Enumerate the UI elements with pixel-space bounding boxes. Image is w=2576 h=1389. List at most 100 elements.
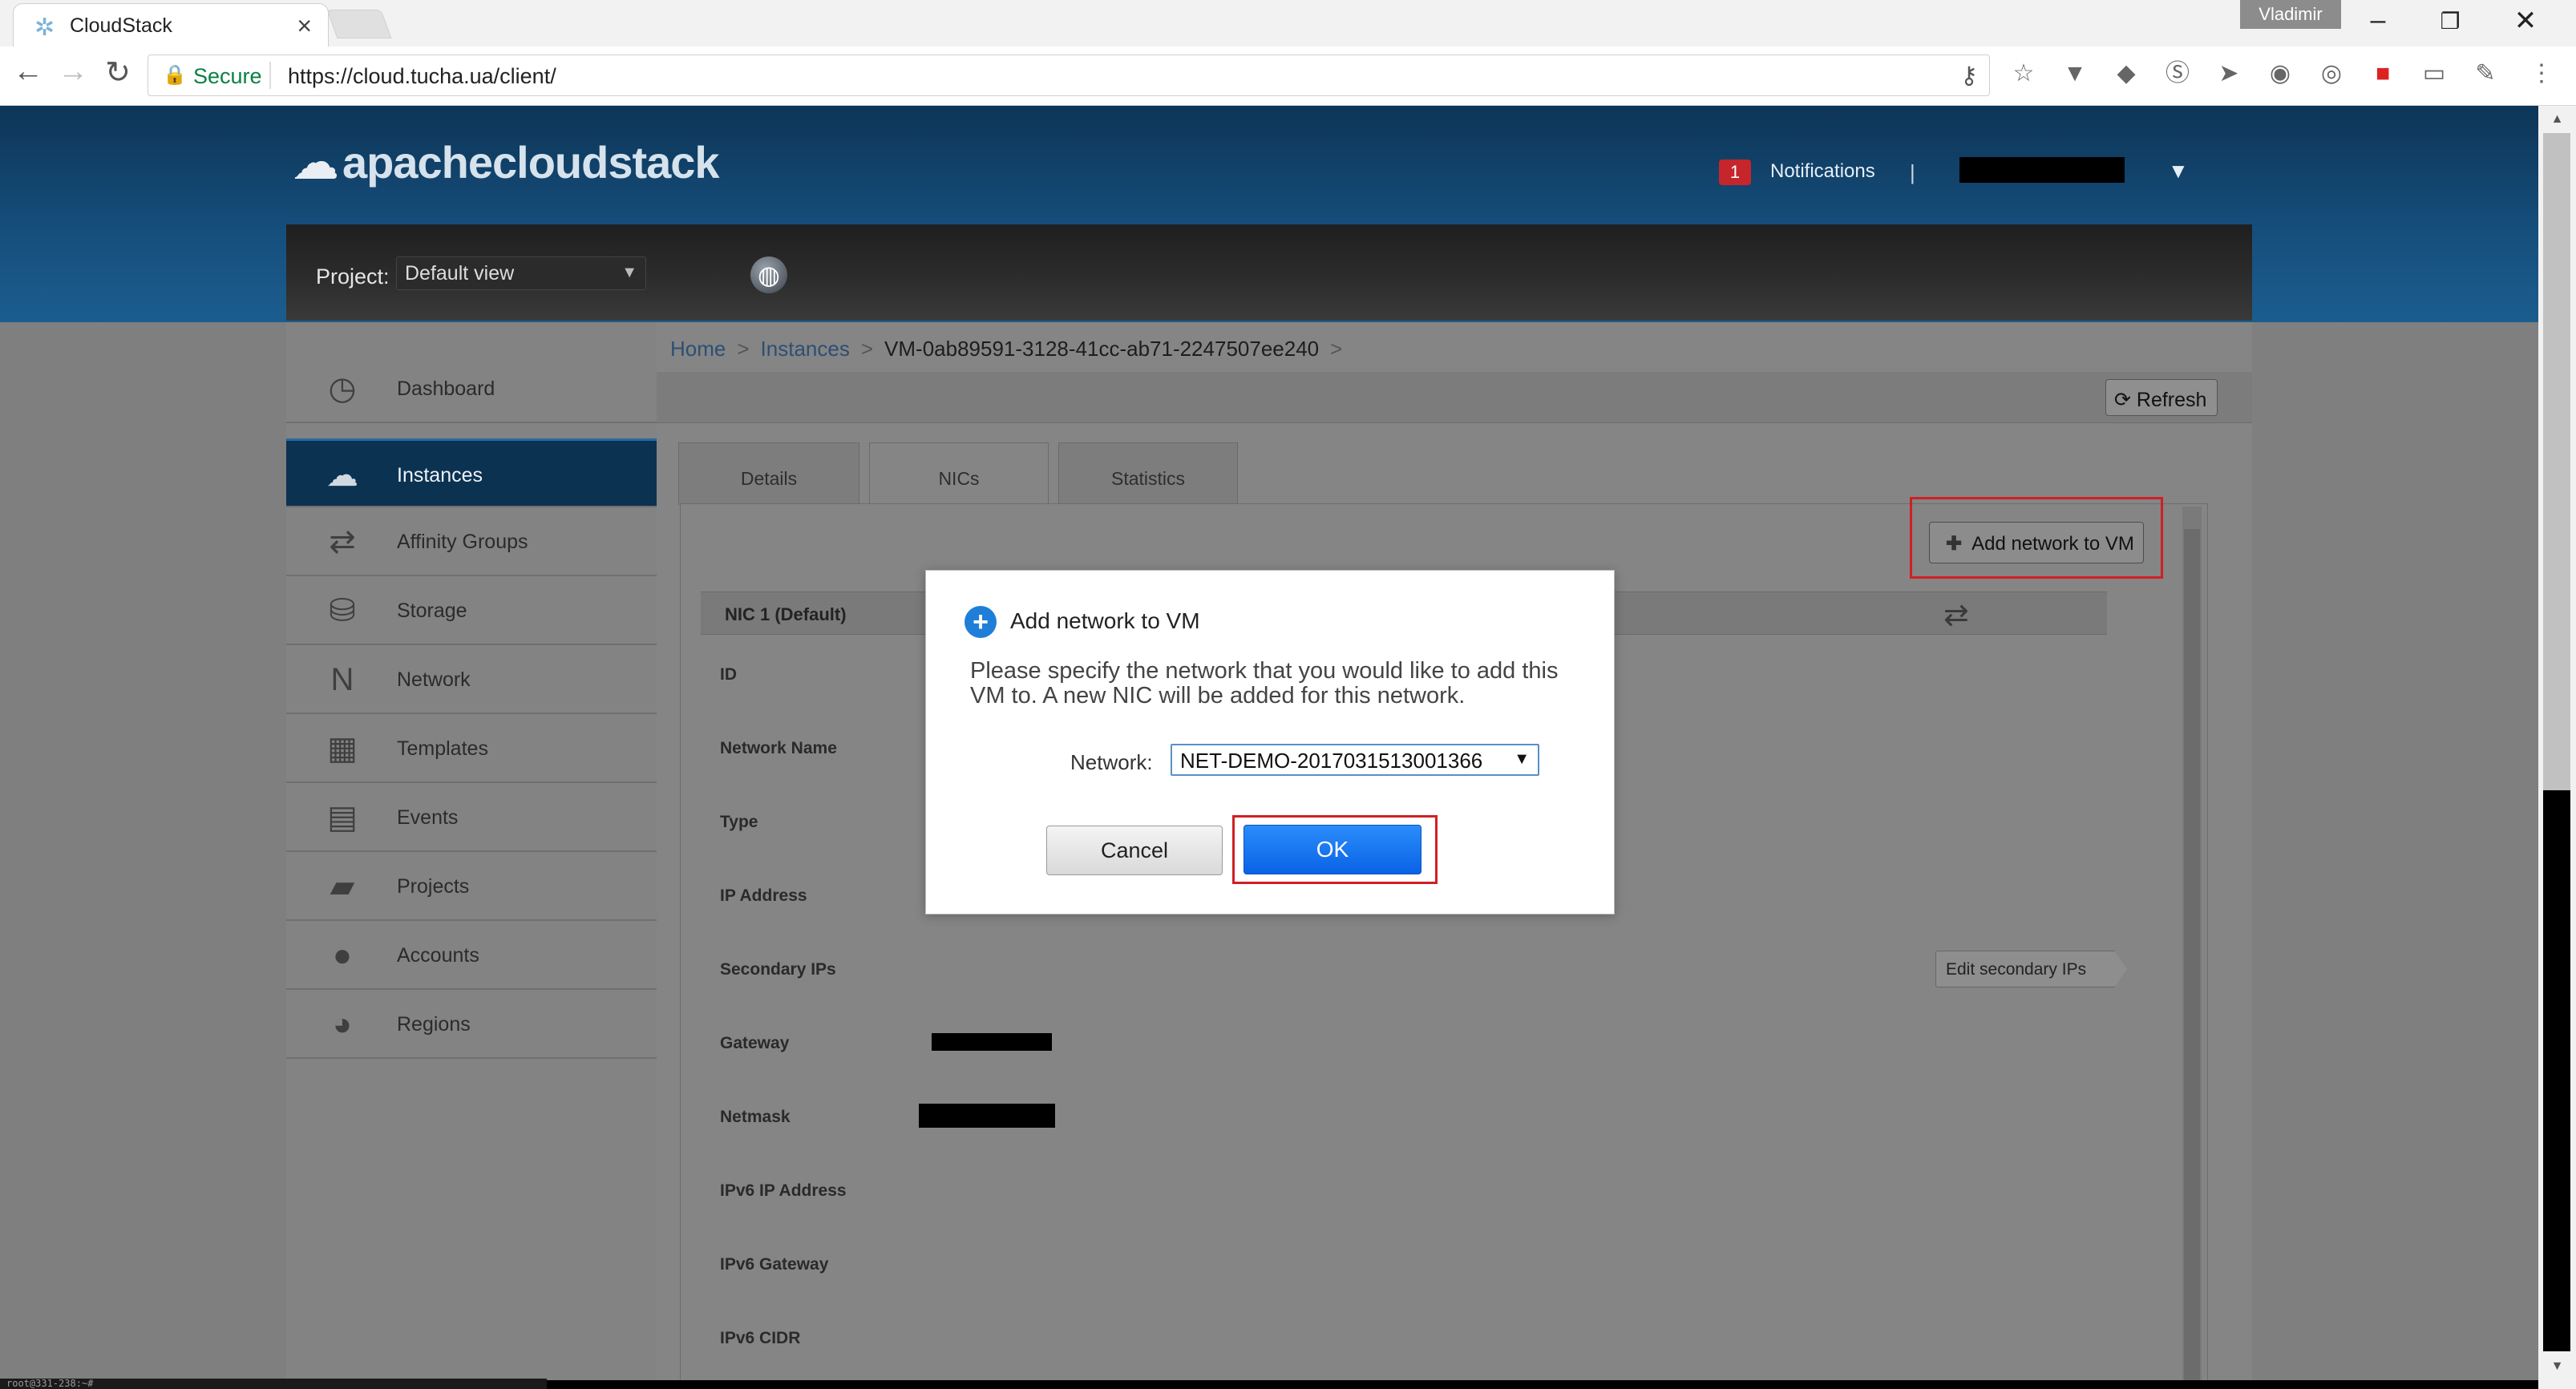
sidebar-item-label: Regions (397, 1013, 471, 1036)
page-scrollbar-dark-region (2543, 790, 2570, 1351)
tool-extension-icon[interactable]: ✎ (2469, 58, 2501, 90)
close-window-icon[interactable]: ✕ (2501, 5, 2550, 37)
breadcrumb-instances[interactable]: Instances (761, 337, 850, 361)
sidebar-item-label: Affinity Groups (397, 531, 528, 553)
ok-button[interactable]: OK (1244, 825, 1421, 874)
edit-secondary-ips-button[interactable]: Edit secondary IPs (1935, 951, 2127, 987)
sidebar-item-label: Network (397, 668, 471, 691)
add-network-label: Add network to VM (1971, 533, 2134, 555)
breadcrumb-separator: > (1330, 337, 1343, 361)
page-scrollbar-thumb[interactable] (2543, 133, 2570, 790)
dialog-message: Please specify the network that you woul… (970, 658, 1559, 709)
key-icon[interactable]: ⚷ (1960, 62, 1978, 90)
field-label-ipv6-cidr: IPv6 CIDR (720, 1329, 801, 1347)
field-label-network-name: Network Name (720, 739, 837, 757)
sidebar-item-network[interactable]: N Network (286, 645, 657, 714)
add-network-dialog: + Add network to VM Please specify the n… (925, 570, 1615, 915)
netmask-value-redacted (919, 1104, 1055, 1128)
sidebar-item-events[interactable]: ▤ Events (286, 783, 657, 852)
plus-icon: ✚ (1946, 533, 1963, 555)
pocket-icon[interactable]: ▼ (2059, 58, 2091, 90)
swap-arrows-icon[interactable]: ⇄ (1943, 597, 1969, 633)
black-strip (547, 1380, 2538, 1389)
sidebar-item-label: Events (397, 806, 459, 829)
calendar-icon: ▤ (327, 800, 358, 835)
sidebar-item-label: Instances (397, 464, 483, 487)
add-network-button[interactable]: ✚ Add network to VM (1929, 522, 2144, 563)
project-label: Project: (316, 264, 390, 289)
lock-extension-icon[interactable]: ◉ (2264, 58, 2296, 90)
nic-title: NIC 1 (Default) (725, 604, 847, 624)
field-label-ipv6-gateway: IPv6 Gateway (720, 1255, 829, 1274)
field-label-secondary-ips: Secondary IPs (720, 960, 836, 979)
browser-tab-title: CloudStack (70, 14, 172, 37)
scroll-down-icon[interactable]: ▼ (2538, 1355, 2576, 1379)
tab-details[interactable]: Details (678, 442, 859, 505)
refresh-icon: ⟳ (2114, 389, 2131, 411)
tab-nics[interactable]: NICs (869, 442, 1049, 507)
sidebar-item-instances[interactable]: ☁ Instances (286, 438, 657, 507)
field-label-type: Type (720, 813, 758, 831)
network-select-value: NET-DEMO-20170315130013​66 (1180, 749, 1483, 773)
minimize-icon[interactable]: – (2354, 5, 2402, 36)
affinity-icon: ⇄ (329, 524, 356, 559)
notifications-link[interactable]: Notifications (1770, 160, 1875, 183)
sidebar-item-accounts[interactable]: ● Accounts (286, 921, 657, 990)
pointer-extension-icon[interactable]: ➤ (2213, 58, 2245, 90)
browser-tab[interactable]: ✲ CloudStack × (13, 3, 329, 46)
cloudstack-favicon-icon: ✲ (34, 14, 55, 41)
sidebar-item-projects[interactable]: ▰ Projects (286, 852, 657, 921)
scroll-up-icon[interactable]: ▲ (2538, 107, 2576, 131)
refresh-button[interactable]: ⟳ Refresh (2105, 379, 2218, 416)
field-label-netmask: Netmask (720, 1108, 791, 1126)
cloudstack-logo: ☁ apachecloudstack (293, 136, 720, 189)
sidebar-item-templates[interactable]: ▦ Templates (286, 714, 657, 783)
breadcrumb-separator: > (737, 337, 750, 361)
notifications-count-badge[interactable]: 1 (1719, 159, 1751, 185)
new-tab-button[interactable] (326, 10, 392, 38)
address-separator (269, 62, 271, 89)
field-label-id: ID (720, 665, 737, 684)
content-scrollbar-thumb[interactable] (2184, 529, 2200, 1389)
header-separator: | (1910, 160, 1915, 184)
templates-icon: ▦ (327, 731, 358, 766)
terminal-strip: root@331-238:~# (0, 1379, 547, 1389)
dialog-title: Add network to VM (1010, 608, 1200, 633)
network-select[interactable]: NET-DEMO-20170315130013​66 ▼ (1171, 744, 1539, 776)
sidebar-item-label: Dashboard (397, 378, 495, 400)
globe-icon[interactable]: ◍ (750, 256, 787, 293)
red-extension-icon[interactable]: ■ (2367, 58, 2399, 90)
breadcrumb-home[interactable]: Home (670, 337, 726, 361)
sidebar-item-dashboard[interactable]: ◷ Dashboard (286, 354, 657, 423)
restore-icon[interactable]: ❐ (2426, 8, 2474, 34)
project-select[interactable]: Default view ▼ (396, 256, 646, 290)
tab-statistics[interactable]: Statistics (1058, 442, 1238, 505)
sidebar-item-label: Templates (397, 737, 488, 760)
sidebar-item-label: Projects (397, 875, 470, 898)
eye-extension-icon[interactable]: ◎ (2315, 58, 2348, 90)
s-extension-icon[interactable]: Ⓢ (2161, 58, 2194, 90)
sidebar-item-storage[interactable]: ⛁ Storage (286, 576, 657, 645)
user-name-redacted[interactable] (1959, 157, 2125, 183)
breadcrumb-current: VM-0ab89591-3128-41cc-ab71-2247507ee240 (884, 337, 1320, 361)
forward-icon[interactable]: → (53, 55, 93, 89)
bookmark-star-icon[interactable]: ☆ (2008, 58, 2040, 90)
user-menu-chevron-icon[interactable]: ▼ (2168, 159, 2189, 184)
detail-toolbar (657, 372, 2252, 423)
address-bar[interactable]: 🔒 Secure https://cloud.tucha.ua/client/ … (148, 55, 1990, 96)
url-text[interactable]: https://cloud.tucha.ua/client/ (288, 64, 556, 89)
secure-label: Secure (193, 64, 262, 88)
sidebar-item-regions[interactable]: ◕ Regions (286, 990, 657, 1059)
network-label: Network: (1070, 750, 1153, 774)
cancel-button[interactable]: Cancel (1046, 826, 1223, 875)
close-tab-icon[interactable]: × (297, 11, 312, 41)
menu-dots-icon[interactable]: ⋮ (2525, 58, 2558, 90)
cast-icon[interactable]: ▭ (2418, 58, 2450, 90)
profile-badge[interactable]: Vladimir (2240, 0, 2341, 29)
reload-icon[interactable]: ↻ (98, 55, 138, 91)
evernote-icon[interactable]: ◆ (2110, 58, 2142, 90)
refresh-label: Refresh (2136, 389, 2207, 411)
back-icon[interactable]: ← (8, 55, 48, 89)
project-select-value: Default view (405, 262, 515, 285)
sidebar-item-affinity-groups[interactable]: ⇄ Affinity Groups (286, 507, 657, 576)
